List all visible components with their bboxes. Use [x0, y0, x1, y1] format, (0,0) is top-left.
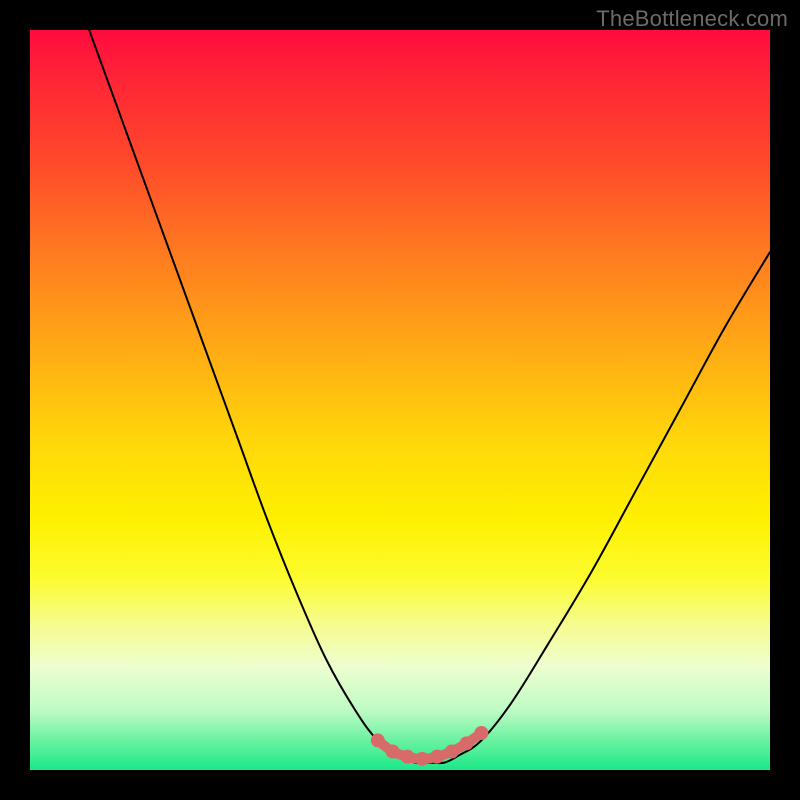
plot-area: [30, 30, 770, 770]
highlight-dot: [386, 745, 400, 759]
highlight-dot: [445, 745, 459, 759]
highlight-dot: [415, 752, 429, 766]
highlight-dot: [474, 726, 488, 740]
watermark-text: TheBottleneck.com: [596, 6, 788, 32]
highlight-dot: [430, 750, 444, 764]
highlight-dot: [371, 733, 385, 747]
chart-frame: TheBottleneck.com: [0, 0, 800, 800]
highlight-dot: [400, 750, 414, 764]
bottleneck-curve: [89, 30, 770, 763]
highlight-dot: [460, 736, 474, 750]
chart-svg: [30, 30, 770, 770]
